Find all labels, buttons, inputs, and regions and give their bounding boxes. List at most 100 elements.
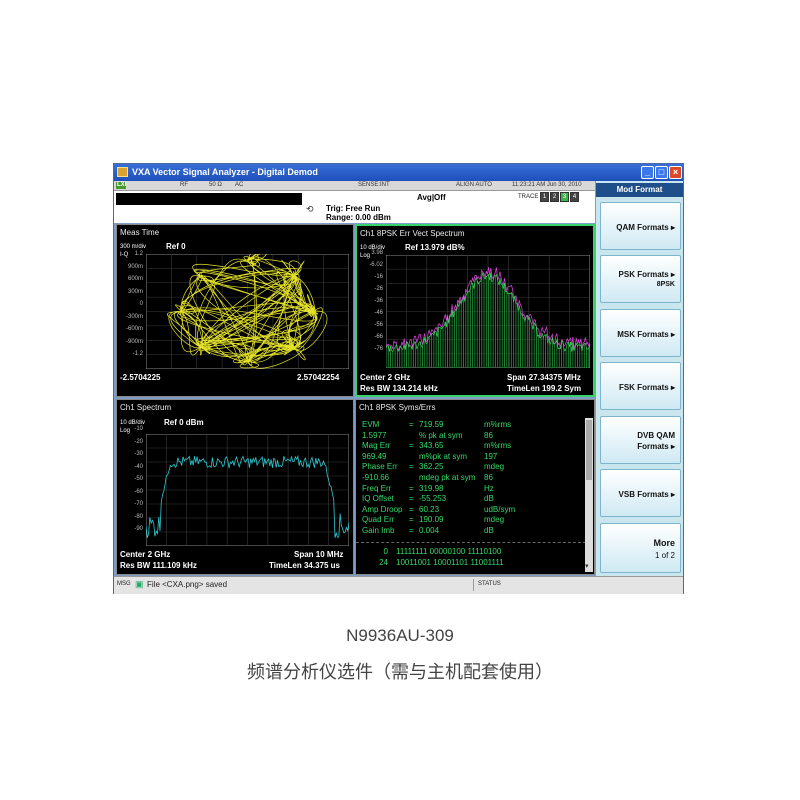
center-freq-label: Center 2 GHz: [120, 550, 171, 559]
y-tick-label: -76: [374, 346, 383, 352]
metric-label: Amp Droop: [362, 504, 403, 514]
y-tick-label: -900m: [125, 338, 143, 345]
metric-label: Gain Imb: [362, 526, 395, 535]
metric-unit: 197: [484, 451, 498, 461]
panel-title: Ch1 Spectrum: [120, 403, 172, 412]
minimize-button[interactable]: _: [641, 166, 654, 179]
timelen-label: TimeLen 34.375 us: [269, 561, 340, 570]
metric-label: -910.66: [362, 473, 390, 482]
metric-label: EVM: [362, 420, 380, 429]
panel-title: Ch1 8PSK Syms/Errs: [359, 403, 436, 412]
sense-label: SENSE:INT: [358, 182, 390, 188]
y-tick-label: -50: [134, 476, 143, 482]
metric-eq: =: [409, 494, 414, 504]
maximize-button[interactable]: □: [655, 166, 668, 179]
scrollbar-thumb[interactable]: [586, 420, 592, 480]
psk-formats-button[interactable]: PSK Formats ▸ 8PSK: [600, 255, 681, 303]
spectrum-plot: [146, 434, 349, 546]
button-sublabel: 8PSK: [656, 281, 675, 288]
bit-row: 11111111 00000100 11110100: [396, 547, 502, 556]
err-vect-spectrum-panel[interactable]: Ch1 8PSK Err Vect Spectrum 10 dB/div Ref…: [355, 224, 595, 397]
metric-label: Freq Err: [362, 483, 392, 493]
y-tick-label: 1.2: [134, 251, 143, 257]
trace-label: TRACE: [518, 194, 539, 200]
metric-value: mdeg pk at sym: [419, 473, 476, 482]
trigger-status: Trig: Free Run: [326, 204, 381, 213]
syms-errs-panel[interactable]: Ch1 8PSK Syms/Errs EVM = 719.59 m%rms 1.5977…: [355, 399, 595, 575]
metric-unit: m%rms: [484, 420, 512, 429]
app-icon: [117, 167, 128, 177]
panel-title: Ch1 8PSK Err Vect Spectrum: [360, 229, 465, 238]
x-left-label: -2.5704225: [120, 373, 161, 382]
spectrum-panel[interactable]: Ch1 Spectrum 10 dB/div Ref 0 dBm Log -10…: [116, 399, 354, 575]
metric-eq: =: [409, 515, 414, 525]
scroll-down-icon[interactable]: ▾: [585, 562, 589, 570]
ref-label: Ref 0 dBm: [164, 418, 204, 427]
divider: [473, 579, 474, 591]
button-label: More: [653, 538, 675, 548]
metric-unit: mdeg: [484, 462, 505, 472]
button-sublabel: 1 of 2: [654, 551, 675, 560]
y-tick-label: -90: [134, 526, 143, 532]
metric-value: -55.253: [419, 494, 447, 504]
metric-value: 190.09: [419, 515, 444, 525]
metric-value: 719.59: [419, 420, 444, 429]
header-black-strip: [116, 193, 302, 205]
more-button[interactable]: More 1 of 2: [600, 523, 681, 573]
qam-formats-button[interactable]: QAM Formats ▸: [600, 202, 681, 250]
bit-row: 10011001 10001101 11001111: [396, 558, 504, 567]
metric-label: IQ Offset: [362, 494, 394, 504]
message-bar: MSG ▣ File <CXA.png> saved STATUS: [114, 576, 683, 594]
trace-2[interactable]: 2: [550, 192, 559, 202]
meas-time-panel[interactable]: Meas Time 300 m/div Ref 0 I-Q 1.2 900m 600…: [116, 224, 354, 397]
coupling-label: AC: [235, 182, 244, 188]
metric-unit: udB/sym: [484, 504, 516, 514]
metric-label: 969.49: [362, 451, 387, 461]
metric-value: 60.23: [419, 504, 440, 514]
trace-3[interactable]: 3: [560, 192, 569, 202]
y-tick-label: -1.2: [132, 351, 143, 357]
button-label: QAM Formats: [616, 223, 669, 232]
y-tick-label: -70: [134, 501, 143, 507]
y-tick-label: -56: [374, 322, 383, 328]
span-label: Span 10 MHz: [294, 550, 344, 559]
trace-1[interactable]: 1: [540, 192, 549, 202]
divider: [356, 542, 586, 543]
msk-formats-button[interactable]: MSK Formats ▸: [600, 309, 681, 357]
metric-unit: m%rms: [484, 441, 512, 451]
metric-unit: mdeg: [484, 515, 505, 525]
y-tick-label: -80: [134, 513, 143, 520]
scale-label: 300 m/div: [120, 244, 147, 250]
trace-4[interactable]: 4: [570, 192, 579, 202]
iq-trajectory: [167, 254, 328, 369]
scrollbar[interactable]: ▾: [585, 418, 593, 572]
ref-label: Ref 0: [166, 242, 186, 251]
fsk-formats-button[interactable]: FSK Formats ▸: [600, 362, 681, 410]
dvb-qam-formats-button[interactable]: DVB QAM Formats ▸: [600, 416, 681, 464]
bit-index: 0: [383, 547, 388, 556]
metric-eq: =: [409, 504, 414, 514]
rf-label: RF: [180, 182, 188, 188]
ref-label: Ref 13.979 dB%: [405, 243, 465, 252]
avg-status: Avg|Off: [417, 193, 446, 202]
measurement-header: Avg|Off TRACE 1 2 3 4 ⟲ Trig: Free Run R…: [114, 191, 595, 223]
iq-constellation-plot: [146, 254, 349, 369]
y-tick-label: -46: [374, 310, 383, 316]
window-title: VXA Vector Signal Analyzer - Digital Dem…: [132, 167, 318, 177]
metric-eq: =: [409, 483, 414, 493]
vsb-formats-button[interactable]: VSB Formats ▸: [600, 469, 681, 517]
panel-title: Meas Time: [120, 228, 160, 237]
msg-label: MSG: [117, 581, 131, 587]
close-button[interactable]: ×: [669, 166, 682, 179]
title-bar[interactable]: VXA Vector Signal Analyzer - Digital Dem…: [114, 164, 683, 181]
metric-value: 362.25: [419, 462, 444, 472]
y-tick-label: -30: [134, 451, 143, 457]
y-tick-label: 600m: [127, 276, 143, 282]
message-text: File <CXA.png> saved: [147, 580, 228, 589]
timelen-label: TimeLen 199.2 Sym: [507, 384, 582, 393]
err-spectrum-plot: [386, 255, 590, 368]
metric-unit: 86: [484, 473, 493, 482]
metric-eq: =: [409, 526, 414, 535]
y-tick-label: -66: [374, 334, 383, 340]
y-tick-label: -20: [134, 438, 143, 445]
